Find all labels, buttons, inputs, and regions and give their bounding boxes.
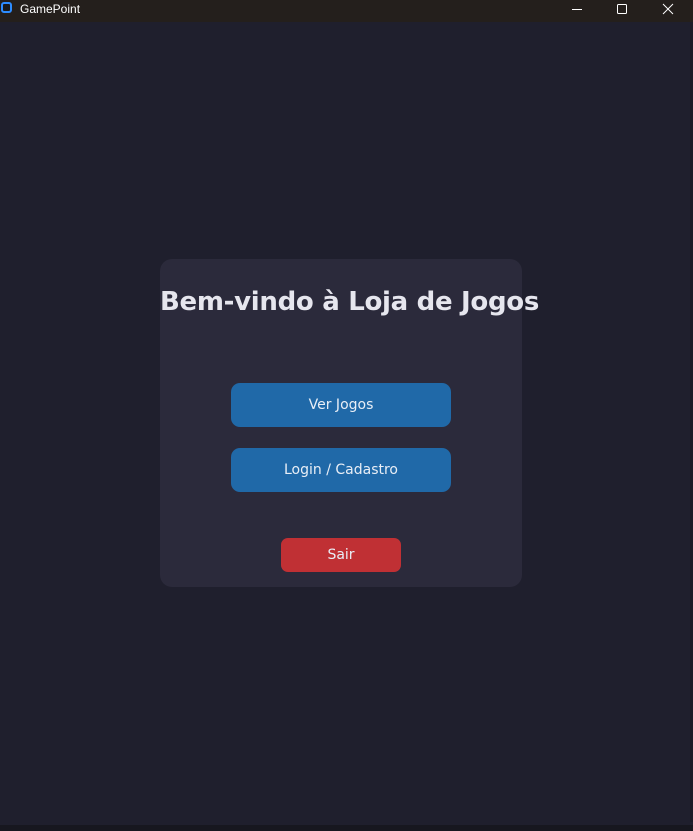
welcome-heading: Bem-vindo à Loja de Jogos bbox=[160, 287, 540, 317]
window-bottom-edge bbox=[0, 825, 693, 831]
maximize-button[interactable] bbox=[599, 0, 645, 18]
title-bar[interactable]: GamePoint bbox=[0, 0, 693, 22]
app-logo-icon bbox=[1, 2, 12, 13]
close-button[interactable] bbox=[645, 0, 691, 18]
view-games-button[interactable]: Ver Jogos bbox=[231, 383, 451, 427]
login-register-button[interactable]: Login / Cadastro bbox=[231, 448, 451, 492]
minimize-button[interactable] bbox=[554, 0, 600, 18]
exit-button[interactable]: Sair bbox=[281, 538, 401, 572]
maximize-icon bbox=[617, 4, 627, 14]
window-title: GamePoint bbox=[20, 2, 81, 16]
close-icon bbox=[662, 3, 674, 15]
app-window: GamePoint Bem-vindo à Loja de Jogos Ver … bbox=[0, 0, 693, 831]
minimize-icon bbox=[572, 9, 582, 10]
welcome-card: Bem-vindo à Loja de Jogos Ver Jogos Logi… bbox=[160, 259, 540, 587]
